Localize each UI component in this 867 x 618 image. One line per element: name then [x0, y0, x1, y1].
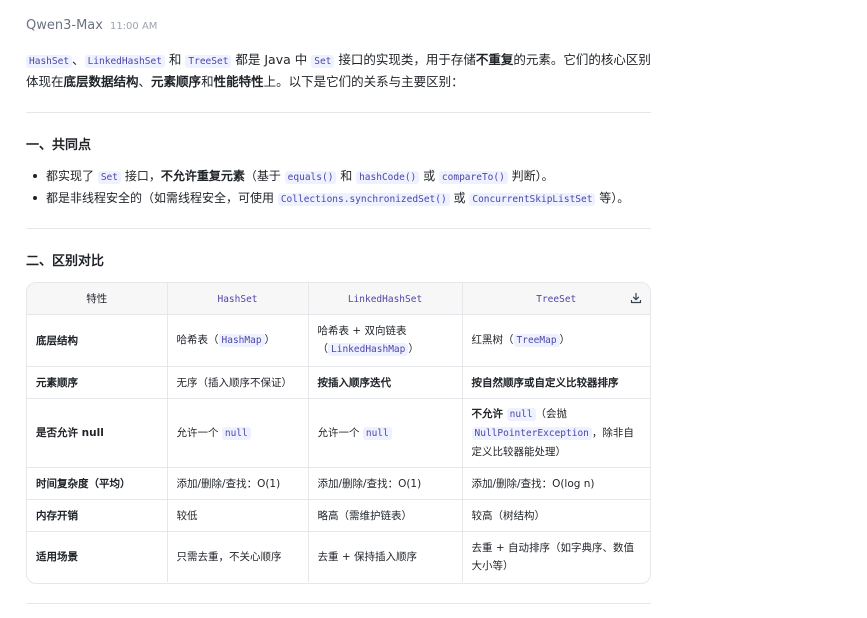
table-cell: 略高（需维护链表）	[308, 499, 463, 532]
text: 和	[201, 74, 214, 89]
table-cell: 较低	[167, 499, 309, 532]
bold-text: 元素顺序	[151, 74, 202, 89]
comparison-table: 特性 HashSet LinkedHashSet TreeSet 底层结构 哈希…	[27, 283, 650, 582]
table-cell: 哈希表（ HashMap）	[167, 314, 309, 367]
divider	[26, 112, 651, 113]
message-header: Qwen3-Max 11:00 AM	[26, 18, 157, 33]
column-header: TreeSet	[462, 283, 650, 315]
table-cell: 允许一个 null	[308, 398, 463, 468]
table-row: 底层结构 哈希表（ HashMap） 哈希表 + 双向链表（ LinkedHashM…	[27, 314, 650, 367]
bold-text: 不重复	[475, 52, 514, 67]
text: 都是 Java 中	[231, 52, 312, 67]
table-cell: 添加/删除/查找：O(1)	[308, 467, 463, 500]
bold-text: 底层数据结构	[63, 74, 139, 89]
inline-code: compareTo()	[438, 171, 508, 184]
common-points-list: 都实现了 Set 接口，不允许重复元素（基于 equals() 和 hashCo…	[26, 165, 629, 209]
column-header: 特性	[27, 283, 168, 315]
inline-code: LinkedHashSet	[84, 55, 165, 68]
bold-text: 性能特性	[213, 74, 264, 89]
inline-code: null	[362, 426, 392, 440]
sender-name: Qwen3-Max	[26, 18, 103, 33]
inline-code: TreeSet	[185, 55, 232, 68]
inline-code: LinkedHashMap	[328, 343, 409, 356]
list-item: 都是非线程安全的（如需线程安全，可使用 Collections.synchron…	[26, 187, 629, 209]
divider	[26, 603, 651, 604]
inline-code: ConcurrentSkipListSet	[469, 193, 596, 206]
inline-code: TreeMap	[513, 334, 560, 347]
row-label: 内存开销	[27, 499, 168, 532]
inline-code: Set	[97, 171, 121, 184]
inline-code: null	[221, 426, 251, 440]
table-cell: 去重 + 自动排序（如字典序、数值大小等）	[471, 541, 634, 572]
bold-text: 不允许重复元素	[160, 169, 245, 183]
table-cell: 按自然顺序或自定义比较器排序	[462, 366, 650, 399]
table-cell: 较高（树结构）	[462, 499, 650, 532]
inline-code: Collections.synchronizedSet()	[277, 193, 450, 206]
table-cell: 添加/删除/查找：O(log n)	[462, 467, 650, 500]
row-label: 底层结构	[27, 314, 168, 367]
column-header: LinkedHashSet	[308, 283, 463, 315]
section-heading: 一、共同点	[26, 138, 92, 153]
table-cell: 只需去重，不关心顺序	[167, 531, 309, 582]
table-cell: 去重 + 保持插入顺序	[308, 531, 463, 582]
inline-code: TreeSet	[536, 293, 577, 305]
inline-code: hashCode()	[356, 171, 420, 184]
message-time: 11:00 AM	[109, 21, 158, 32]
table-cell: 红黑树（ TreeMap）	[462, 314, 650, 367]
inline-code: HashSet	[26, 55, 73, 68]
text: 接口的实现类，用于存储	[334, 52, 476, 67]
row-label: 适用场景	[27, 531, 168, 582]
bold-text: 不允许	[471, 408, 507, 420]
intro-paragraph: HashSet、 LinkedHashSet 和 TreeSet 都是 Java …	[26, 50, 651, 92]
column-header: HashSet	[167, 283, 309, 315]
table-cell: 无序（插入顺序不保证）	[167, 366, 309, 399]
inline-code: Set	[311, 55, 335, 68]
table-row: 适用场景 只需去重，不关心顺序 去重 + 保持插入顺序 去重 + 自动排序（如字…	[27, 531, 650, 582]
comparison-table-container: 特性 HashSet LinkedHashSet TreeSet 底层结构 哈希…	[26, 282, 651, 584]
download-icon[interactable]	[630, 292, 642, 304]
inline-code: NullPointerException	[471, 427, 592, 440]
table-cell: 添加/删除/查找：O(1)	[167, 467, 309, 500]
inline-code: LinkedHashSet	[347, 293, 423, 305]
list-item: 都实现了 Set 接口，不允许重复元素（基于 equals() 和 hashCo…	[26, 165, 629, 187]
text: 、	[138, 74, 152, 89]
text: 和	[164, 52, 186, 67]
row-label: 是否允许 null	[27, 398, 168, 468]
inline-code: HashSet	[217, 293, 258, 305]
inline-code: HashMap	[218, 334, 265, 347]
row-label: 时间复杂度（平均）	[27, 467, 168, 500]
section-heading: 二、区别对比	[26, 254, 105, 269]
table-cell: 不允许 null （会抛 NullPointerException ，除非自定义比较…	[462, 398, 650, 468]
divider	[26, 228, 651, 229]
table-header-row: 特性 HashSet LinkedHashSet TreeSet	[27, 283, 650, 315]
text: 、	[72, 52, 85, 67]
inline-code: null	[506, 408, 536, 421]
table-row: 时间复杂度（平均） 添加/删除/查找：O(1) 添加/删除/查找：O(1) 添加…	[27, 467, 650, 500]
text: 上。以下是它们的关系与主要区别：	[263, 74, 464, 89]
inline-code: equals()	[284, 171, 337, 184]
table-row: 元素顺序 无序（插入顺序不保证） 按插入顺序迭代 按自然顺序或自定义比较器排序	[27, 366, 650, 399]
table-row: 内存开销 较低 略高（需维护链表） 较高（树结构）	[27, 499, 650, 532]
table-cell: 允许一个 null	[167, 398, 309, 468]
table-cell: 按插入顺序迭代	[308, 366, 463, 399]
row-label: 元素顺序	[27, 366, 168, 399]
table-cell: 哈希表 + 双向链表（ LinkedHashMap）	[308, 314, 463, 367]
table-row: 是否允许 null 允许一个 null 允许一个 null 不允许 null （会…	[27, 398, 650, 468]
